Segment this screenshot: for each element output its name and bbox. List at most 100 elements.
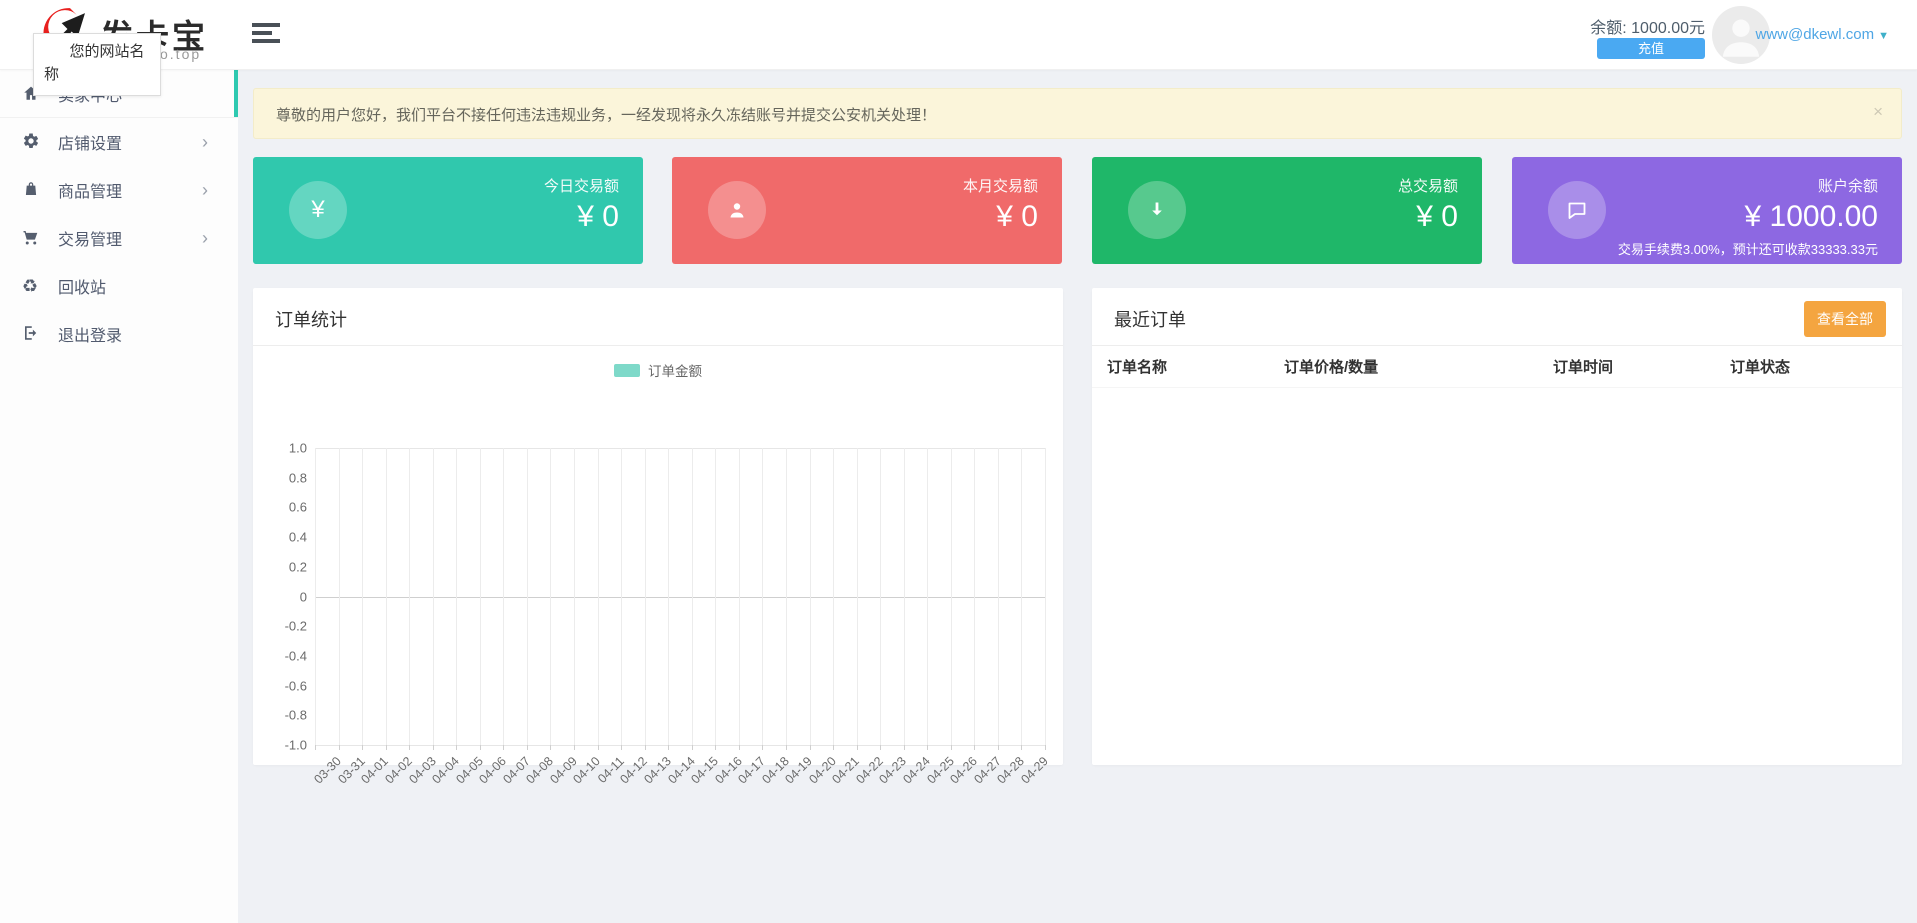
grid-line-vertical — [339, 448, 340, 745]
grid-line-vertical — [998, 448, 999, 745]
user-menu[interactable]: www@dkewl.com▼ — [1756, 26, 1889, 43]
x-axis-tick — [692, 745, 693, 750]
grid-line-vertical — [598, 448, 599, 745]
x-axis-tick — [621, 745, 622, 750]
x-axis-date-label: 04-29 — [1018, 754, 1051, 787]
grid-line-vertical — [810, 448, 811, 745]
grid-line-vertical — [480, 448, 481, 745]
stat-card-label: 今日交易额 — [544, 175, 619, 196]
y-axis-tick-label: -0.8 — [263, 708, 307, 723]
close-icon[interactable]: × — [1873, 102, 1883, 122]
y-axis-tick-label: 0.4 — [263, 530, 307, 545]
x-axis-tick — [1045, 745, 1046, 750]
grid-line-horizontal — [315, 745, 1045, 746]
chevron-right-icon: › — [202, 228, 208, 249]
grid-line-vertical — [456, 448, 457, 745]
y-axis-tick-label: 0.2 — [263, 559, 307, 574]
menu-toggle-icon[interactable] — [252, 23, 280, 47]
stat-card-1: ¥今日交易额¥ 0 — [253, 157, 643, 264]
orders-column-header: 订单时间 — [1553, 356, 1730, 377]
x-axis-date-label: 03-30 — [312, 754, 345, 787]
chevron-right-icon: › — [202, 132, 208, 153]
sidebar-item-label: 店铺设置 — [58, 130, 122, 154]
x-axis-tick — [480, 745, 481, 750]
stat-card-label: 总交易额 — [1398, 175, 1458, 196]
cart-icon — [22, 228, 42, 248]
sidebar-item-label: 回收站 — [58, 274, 106, 298]
sidebar-item-logout[interactable]: 退出登录 — [0, 310, 238, 358]
x-axis-tick — [433, 745, 434, 750]
x-axis-tick — [574, 745, 575, 750]
grid-line-vertical — [951, 448, 952, 745]
grid-line-vertical — [692, 448, 693, 745]
sidebar-item-cart[interactable]: 交易管理 › — [0, 214, 238, 262]
recycle-icon: ♻ — [22, 276, 42, 296]
chevron-right-icon: › — [202, 180, 208, 201]
stat-card-value: ¥ 0 — [963, 200, 1038, 234]
x-axis-tick — [786, 745, 787, 750]
brand-domain-fragment: o.top — [160, 46, 201, 62]
grid-line-vertical — [645, 448, 646, 745]
grid-line-vertical — [386, 448, 387, 745]
recharge-button[interactable]: 充值 — [1597, 38, 1705, 59]
x-axis-tick — [880, 745, 881, 750]
recent-orders-panel: 最近订单 查看全部 订单名称订单价格/数量订单时间订单状态 — [1092, 288, 1902, 765]
stat-card-2: 本月交易额 ¥ 0 — [672, 157, 1062, 264]
gear-icon — [22, 132, 42, 152]
recent-orders-title: 最近订单 — [1114, 306, 1186, 332]
grid-line-vertical — [715, 448, 716, 745]
stat-card-3: 总交易额¥ 0 — [1092, 157, 1482, 264]
y-axis-tick-label: -1.0 — [263, 738, 307, 753]
y-axis-tick-label: 0.6 — [263, 500, 307, 515]
x-axis-tick — [386, 745, 387, 750]
stat-card-4: 账户余额¥ 1000.00交易手续费3.00%，预计还可收款33333.33元 — [1512, 157, 1902, 264]
view-all-button[interactable]: 查看全部 — [1804, 301, 1886, 337]
sidebar-item-label: 交易管理 — [58, 226, 122, 250]
notice-text: 尊敬的用户您好，我们平台不接任何违法违规业务，一经发现将永久冻结账号并提交公安机… — [276, 104, 936, 125]
x-axis-tick — [1021, 745, 1022, 750]
y-axis-tick-label: -0.2 — [263, 619, 307, 634]
x-axis-tick — [598, 745, 599, 750]
grid-line-vertical — [409, 448, 410, 745]
y-axis-tick-label: 1.0 — [263, 441, 307, 456]
arrow-down-icon — [1128, 181, 1186, 239]
stat-card-text: 本月交易额 ¥ 0 — [963, 175, 1038, 234]
bag-icon — [22, 180, 42, 200]
stat-card-label: 本月交易额 — [963, 175, 1038, 196]
sidebar-item-gear[interactable]: 店铺设置 › — [0, 118, 238, 166]
top-header: 发卡宝 o.top 余额: 1000.00元 充值 www@dkewl.com▼ — [0, 0, 1917, 70]
stat-card-note: 交易手续费3.00%，预计还可收款33333.33元 — [1618, 239, 1878, 258]
x-axis-date-label: 04-02 — [382, 754, 415, 787]
seller-dashboard: 发卡宝 o.top 余额: 1000.00元 充值 www@dkewl.com▼… — [0, 0, 1917, 923]
user-email-text: www@dkewl.com — [1756, 26, 1875, 43]
x-axis-tick — [951, 745, 952, 750]
x-axis-tick — [668, 745, 669, 750]
x-axis-tick — [998, 745, 999, 750]
grid-line-vertical — [1021, 448, 1022, 745]
orders-column-header: 订单状态 — [1730, 356, 1790, 377]
grid-line-vertical — [574, 448, 575, 745]
grid-line-vertical — [880, 448, 881, 745]
x-axis-tick — [810, 745, 811, 750]
order-stats-header: 订单统计 — [253, 288, 1063, 346]
y-axis-tick-label: -0.6 — [263, 678, 307, 693]
sidebar-item-bag[interactable]: 商品管理› — [0, 166, 238, 214]
x-axis-tick — [527, 745, 528, 750]
y-axis-tick-label: 0 — [263, 589, 307, 604]
sidebar-item-label: 退出登录 — [58, 322, 122, 346]
x-axis-tick — [339, 745, 340, 750]
sidebar-nav: 卖家中心店铺设置›商品管理›交易管理›♻回收站退出登录 — [0, 70, 238, 923]
x-axis-tick — [857, 745, 858, 750]
x-axis-tick — [645, 745, 646, 750]
sidebar-item-recycle[interactable]: ♻ 回收站 — [0, 262, 238, 310]
grid-line-vertical — [362, 448, 363, 745]
notice-banner: 尊敬的用户您好，我们平台不接任何违法违规业务，一经发现将永久冻结账号并提交公安机… — [253, 88, 1902, 139]
zero-axis-line — [315, 597, 1045, 598]
x-axis-date-label: 04-13 — [641, 754, 674, 787]
stat-card-text: 账户余额¥ 1000.00交易手续费3.00%，预计还可收款33333.33元 — [1618, 175, 1878, 258]
grid-line-vertical — [550, 448, 551, 745]
stat-card-text: 今日交易额¥ 0 — [544, 175, 619, 234]
orders-column-header: 订单名称 — [1107, 356, 1284, 377]
grid-line-vertical — [527, 448, 528, 745]
x-axis-tick — [315, 745, 316, 750]
